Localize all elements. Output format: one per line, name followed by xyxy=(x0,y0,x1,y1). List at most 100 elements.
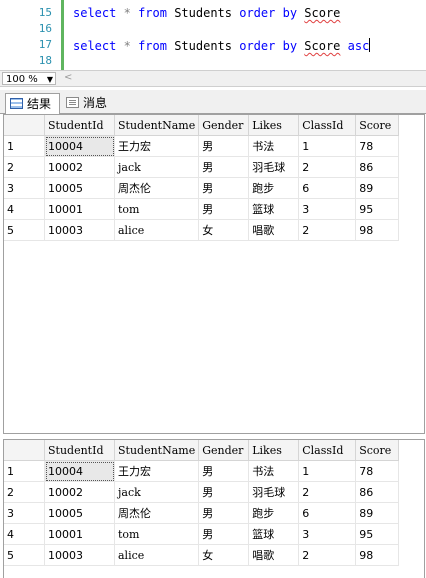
table-row[interactable]: 3 10005 周杰伦 男 跑步 6 89 xyxy=(4,502,400,524)
column-header[interactable]: ClassId xyxy=(298,115,357,136)
column-header[interactable]: Likes xyxy=(248,440,300,461)
cell[interactable]: 95 xyxy=(355,523,400,545)
row-number[interactable]: 2 xyxy=(4,481,45,503)
cell[interactable]: 男 xyxy=(198,502,250,524)
cell[interactable]: 2 xyxy=(298,156,357,178)
cell[interactable]: 男 xyxy=(198,523,250,545)
table-row[interactable]: 2 10002 jack 男 羽毛球 2 86 xyxy=(4,481,400,503)
cell[interactable]: 周杰伦 xyxy=(114,502,200,524)
row-number[interactable]: 4 xyxy=(4,523,45,545)
column-header[interactable]: Score xyxy=(355,440,400,461)
table-row[interactable]: 1 10004 王力宏 男 书法 1 78 xyxy=(4,460,400,482)
cell[interactable]: 10002 xyxy=(44,481,115,503)
cell[interactable]: 10003 xyxy=(44,544,115,566)
sql-editor[interactable]: 15 16 17 18 select * from Students order… xyxy=(0,0,426,70)
cell[interactable]: 78 xyxy=(355,460,400,482)
cell[interactable]: 2 xyxy=(298,219,357,241)
cell[interactable]: 10001 xyxy=(44,523,115,545)
tab-messages[interactable]: 消息 xyxy=(62,93,118,113)
cell[interactable]: 男 xyxy=(198,481,250,503)
cell[interactable]: 89 xyxy=(355,502,400,524)
table-row[interactable]: 1 10004 王力宏 男 书法 1 78 xyxy=(4,135,400,157)
row-number-header[interactable] xyxy=(4,440,45,461)
cell[interactable]: 10005 xyxy=(44,177,115,199)
cell[interactable]: 2 xyxy=(298,544,357,566)
cell[interactable]: 6 xyxy=(298,502,357,524)
cell[interactable]: 篮球 xyxy=(248,523,300,545)
cell[interactable]: tom xyxy=(114,523,200,545)
row-number[interactable]: 1 xyxy=(4,135,45,157)
column-header[interactable]: StudentId xyxy=(44,115,115,136)
column-header[interactable]: Gender xyxy=(198,115,250,136)
cell[interactable]: alice xyxy=(114,219,200,241)
cell[interactable]: jack xyxy=(114,481,200,503)
column-header[interactable]: Likes xyxy=(248,115,300,136)
results-grid-2[interactable]: StudentId StudentName Gender Likes Class… xyxy=(3,439,425,578)
cell[interactable]: 78 xyxy=(355,135,400,157)
row-number-header[interactable] xyxy=(4,115,45,136)
query-line-1[interactable]: select * from Students order by Score xyxy=(73,6,340,20)
cell[interactable]: 男 xyxy=(198,177,250,199)
column-header[interactable]: Gender xyxy=(198,440,250,461)
cell[interactable]: 唱歌 xyxy=(248,219,300,241)
cell[interactable]: 周杰伦 xyxy=(114,177,200,199)
column-header[interactable]: StudentName xyxy=(114,115,200,136)
column-header[interactable]: StudentId xyxy=(44,440,115,461)
cell[interactable]: jack xyxy=(114,156,200,178)
row-number[interactable]: 1 xyxy=(4,460,45,482)
row-number[interactable]: 3 xyxy=(4,177,45,199)
cell[interactable]: 女 xyxy=(198,544,250,566)
cell[interactable]: 王力宏 xyxy=(114,460,200,482)
table-row[interactable]: 2 10002 jack 男 羽毛球 2 86 xyxy=(4,156,400,178)
column-header[interactable]: Score xyxy=(355,115,400,136)
cell[interactable]: 书法 xyxy=(248,135,300,157)
cell[interactable]: 1 xyxy=(298,135,357,157)
cell[interactable]: 3 xyxy=(298,523,357,545)
cell[interactable]: 10003 xyxy=(44,219,115,241)
table-row[interactable]: 5 10003 alice 女 唱歌 2 98 xyxy=(4,219,400,241)
table-row[interactable]: 5 10003 alice 女 唱歌 2 98 xyxy=(4,544,400,566)
cell[interactable]: 2 xyxy=(298,481,357,503)
column-header[interactable]: StudentName xyxy=(114,440,200,461)
cell[interactable]: 羽毛球 xyxy=(248,481,300,503)
cell[interactable]: 86 xyxy=(355,481,400,503)
table-row[interactable]: 4 10001 tom 男 篮球 3 95 xyxy=(4,198,400,220)
cell[interactable]: 89 xyxy=(355,177,400,199)
cell[interactable]: 羽毛球 xyxy=(248,156,300,178)
cell[interactable]: 95 xyxy=(355,198,400,220)
results-grid-1[interactable]: StudentId StudentName Gender Likes Class… xyxy=(3,114,425,434)
cell[interactable]: 唱歌 xyxy=(248,544,300,566)
cell[interactable]: 3 xyxy=(298,198,357,220)
row-number[interactable]: 3 xyxy=(4,502,45,524)
cell[interactable]: 书法 xyxy=(248,460,300,482)
cell[interactable]: 86 xyxy=(355,156,400,178)
table-row[interactable]: 3 10005 周杰伦 男 跑步 6 89 xyxy=(4,177,400,199)
cell[interactable]: 男 xyxy=(198,460,250,482)
row-number[interactable]: 2 xyxy=(4,156,45,178)
row-number[interactable]: 5 xyxy=(4,544,45,566)
cell[interactable]: 男 xyxy=(198,135,250,157)
cell[interactable]: 6 xyxy=(298,177,357,199)
cell[interactable]: 98 xyxy=(355,544,400,566)
cell[interactable]: 10001 xyxy=(44,198,115,220)
cell[interactable]: 女 xyxy=(198,219,250,241)
cell[interactable]: 男 xyxy=(198,156,250,178)
cell[interactable]: 跑步 xyxy=(248,502,300,524)
cell[interactable]: 10004 xyxy=(44,135,115,157)
cell[interactable]: 10005 xyxy=(44,502,115,524)
query-line-2[interactable]: select * from Students order by Score as… xyxy=(73,38,371,53)
scroll-left-arrow-icon[interactable]: < xyxy=(64,72,72,83)
cell[interactable]: 10004 xyxy=(44,460,115,482)
cell[interactable]: 男 xyxy=(198,198,250,220)
cell[interactable]: 跑步 xyxy=(248,177,300,199)
cell[interactable]: 98 xyxy=(355,219,400,241)
cell[interactable]: 10002 xyxy=(44,156,115,178)
cell[interactable]: alice xyxy=(114,544,200,566)
cell[interactable]: 1 xyxy=(298,460,357,482)
zoom-dropdown[interactable]: 100 % ▼ xyxy=(2,72,56,85)
row-number[interactable]: 4 xyxy=(4,198,45,220)
table-row[interactable]: 4 10001 tom 男 篮球 3 95 xyxy=(4,523,400,545)
cell[interactable]: tom xyxy=(114,198,200,220)
row-number[interactable]: 5 xyxy=(4,219,45,241)
tab-results[interactable]: 结果 xyxy=(5,93,60,114)
